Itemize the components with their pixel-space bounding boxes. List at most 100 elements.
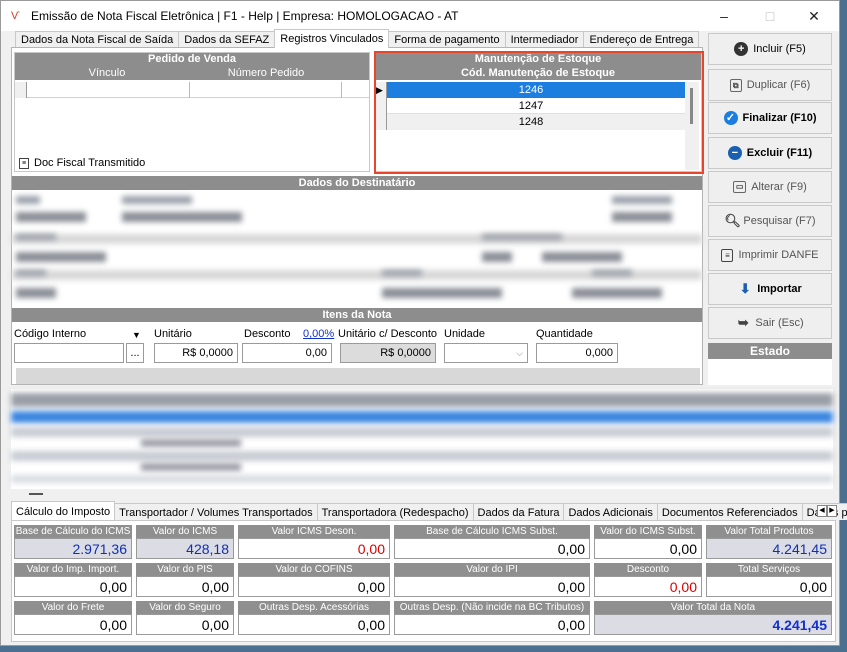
frete-field[interactable]: Valor do Frete 0,00 bbox=[14, 601, 132, 638]
col-cod-manutencao: Cód. Manutenção de Estoque bbox=[460, 67, 615, 79]
items-grid[interactable] bbox=[11, 389, 833, 489]
quantidade-label: Quantidade bbox=[536, 328, 593, 340]
estoque-cell: 1246 bbox=[518, 84, 544, 96]
finalizar-button[interactable]: ✓ Finalizar (F10) bbox=[708, 102, 832, 134]
estado-box bbox=[708, 359, 832, 385]
minus-circle-icon: − bbox=[727, 146, 742, 160]
doc-fiscal-label: Doc Fiscal Transmitido bbox=[34, 157, 146, 169]
ipi-field[interactable]: Valor do IPI 0,00 bbox=[394, 563, 590, 600]
tab-dados-nota[interactable]: Dados da Nota Fiscal de Saída bbox=[15, 31, 180, 48]
tab-dados-adicionais[interactable]: Dados Adicionais bbox=[563, 503, 658, 520]
desconto-field[interactable]: Desconto 0,00 bbox=[594, 563, 702, 600]
estoque-scrollbar[interactable] bbox=[685, 82, 699, 170]
destinatario-title: Dados do Destinatário bbox=[12, 176, 702, 190]
estoque-cell: 1247 bbox=[518, 100, 544, 112]
incluir-label: Incluir (F5) bbox=[753, 43, 806, 55]
arrow-right-icon[interactable]: ▶ bbox=[827, 505, 837, 517]
tab-forma-pagamento[interactable]: Forma de pagamento bbox=[388, 31, 506, 48]
imprimir-button[interactable]: ≡ Imprimir DANFE bbox=[708, 239, 832, 271]
finalizar-label: Finalizar (F10) bbox=[742, 112, 817, 124]
splitter-handle[interactable] bbox=[29, 493, 43, 495]
estoque-grid-header: Cód. Manutenção de Estoque bbox=[375, 66, 701, 80]
duplicar-label: Duplicar (F6) bbox=[746, 79, 811, 91]
document-icon: ≡ bbox=[19, 157, 29, 169]
doc-fiscal-checkbox[interactable]: ≡ Doc Fiscal Transmitido bbox=[19, 157, 145, 169]
minimize-button[interactable]: – bbox=[701, 1, 747, 31]
base-icms-st-field[interactable]: Base de Cálculo ICMS Subst. 0,00 bbox=[394, 525, 590, 562]
plus-circle-icon: + bbox=[734, 42, 749, 56]
browse-button[interactable]: ... bbox=[126, 343, 144, 363]
excluir-label: Excluir (F11) bbox=[746, 147, 813, 159]
close-button[interactable]: ✕ bbox=[791, 1, 837, 31]
total-produtos-field: Valor Total Produtos 4.241,45 bbox=[706, 525, 832, 562]
col-numero-pedido: Número Pedido bbox=[227, 67, 305, 79]
estoque-row[interactable]: 1248 bbox=[375, 114, 687, 130]
pesquisar-label: Pesquisar (F7) bbox=[743, 215, 816, 227]
total-servicos-field[interactable]: Total Serviços 0,00 bbox=[706, 563, 832, 600]
cofins-field[interactable]: Valor do COFINS 0,00 bbox=[238, 563, 390, 600]
codigo-interno-input[interactable] bbox=[14, 343, 124, 363]
sair-label: Sair (Esc) bbox=[755, 317, 804, 329]
itens-title: Itens da Nota bbox=[12, 308, 702, 322]
sair-button[interactable]: ➥ Sair (Esc) bbox=[708, 307, 832, 339]
tab-calculo-imposto[interactable]: Cálculo do Imposto bbox=[11, 501, 116, 520]
pis-field[interactable]: Valor do PIS 0,00 bbox=[136, 563, 234, 600]
pesquisar-button[interactable]: 🔍︎ Pesquisar (F7) bbox=[708, 205, 832, 237]
destinatario-blurred bbox=[12, 190, 702, 306]
arrow-left-icon[interactable]: ◀ bbox=[817, 505, 827, 517]
outras-desp-field[interactable]: Outras Desp. Acessórias 0,00 bbox=[238, 601, 390, 638]
top-tabs: Dados da Nota Fiscal de Saída Dados da S… bbox=[15, 29, 700, 48]
main-window: Ѵ Emissão de Nota Fiscal Eletrônica | F1… bbox=[0, 0, 847, 646]
tab-transportadora-redespacho[interactable]: Transportadora (Redespacho) bbox=[316, 503, 474, 520]
app-logo-icon: Ѵ bbox=[11, 10, 20, 22]
valor-icms-st-field[interactable]: Valor do ICMS Subst. 0,00 bbox=[594, 525, 702, 562]
tab-dados-fatura[interactable]: Dados da Fatura bbox=[472, 503, 565, 520]
unitario-desconto-label: Unitário c/ Desconto bbox=[338, 328, 438, 340]
imp-import-field[interactable]: Valor do Imp. Import. 0,00 bbox=[14, 563, 132, 600]
codigo-dropdown-icon[interactable]: ▼ bbox=[132, 330, 141, 340]
tab-dados-sefaz[interactable]: Dados da SEFAZ bbox=[178, 31, 276, 48]
totais-panel: Base de Cálculo do ICMS 2.971,36 Valor do… bbox=[11, 520, 836, 642]
row-pointer-icon: ▶ bbox=[375, 82, 387, 98]
importar-label: Importar bbox=[757, 283, 802, 295]
icms-deson-field[interactable]: Valor ICMS Deson. 0,00 bbox=[238, 525, 390, 562]
itens-summary-bar bbox=[16, 368, 700, 384]
tab-registros-vinculados[interactable]: Registros Vinculados bbox=[274, 29, 390, 48]
estoque-rows: ▶ 1246 1247 1248 bbox=[375, 82, 687, 130]
desconto-percent-link[interactable]: 0,00% bbox=[303, 328, 334, 340]
excluir-button[interactable]: − Excluir (F11) bbox=[708, 137, 832, 169]
tab-transportador[interactable]: Transportador / Volumes Transportados bbox=[114, 503, 318, 520]
unitario-input[interactable]: R$ 0,0000 bbox=[154, 343, 238, 363]
estoque-row[interactable]: ▶ 1246 bbox=[375, 82, 687, 98]
import-icon: ⬇ bbox=[739, 281, 751, 296]
estoque-title: Manutenção de Estoque bbox=[375, 53, 701, 66]
tab-documentos-referenciados[interactable]: Documentos Referenciados bbox=[656, 503, 803, 520]
imprimir-label: Imprimir DANFE bbox=[738, 249, 819, 261]
tab-intermediador[interactable]: Intermediador bbox=[504, 31, 585, 48]
desconto-input[interactable]: 0,00 bbox=[242, 343, 332, 363]
unidade-label: Unidade bbox=[444, 328, 485, 340]
duplicar-button[interactable]: ⧉ Duplicar (F6) bbox=[708, 69, 832, 101]
codigo-interno-label: Código Interno bbox=[14, 328, 87, 340]
estoque-row[interactable]: 1247 bbox=[375, 98, 687, 114]
document-icon: ≡ bbox=[721, 248, 734, 262]
outras-desp-nao-incide-field[interactable]: Outras Desp. (Não incide na BC Tributos)… bbox=[394, 601, 590, 638]
unidade-select[interactable]: ⌵ bbox=[444, 343, 528, 363]
pedido-venda-panel: Pedido de Venda Vínculo Número Pedido ≡ … bbox=[14, 52, 370, 172]
incluir-button[interactable]: + Incluir (F5) bbox=[708, 33, 832, 65]
pedido-venda-title: Pedido de Venda bbox=[15, 53, 369, 66]
unitario-desconto-input: R$ 0,0000 bbox=[340, 343, 436, 363]
tab-endereco-entrega[interactable]: Endereço de Entrega bbox=[583, 31, 700, 48]
copy-icon: ⧉ bbox=[729, 78, 742, 92]
importar-button[interactable]: ⬇ Importar bbox=[708, 273, 832, 305]
estoque-cell: 1248 bbox=[518, 116, 544, 128]
pedido-empty-row[interactable] bbox=[15, 82, 369, 98]
quantidade-input[interactable]: 0,000 bbox=[536, 343, 618, 363]
check-circle-icon: ✓ bbox=[723, 111, 738, 125]
alterar-button[interactable]: ▭ Alterar (F9) bbox=[708, 171, 832, 203]
valor-icms-field: Valor do ICMS 428,18 bbox=[136, 525, 234, 562]
search-icon: 🔍︎ bbox=[724, 213, 741, 228]
maximize-button[interactable]: □ bbox=[747, 1, 793, 31]
seguro-field[interactable]: Valor do Seguro 0,00 bbox=[136, 601, 234, 638]
col-vinculo: Vínculo bbox=[88, 67, 126, 79]
